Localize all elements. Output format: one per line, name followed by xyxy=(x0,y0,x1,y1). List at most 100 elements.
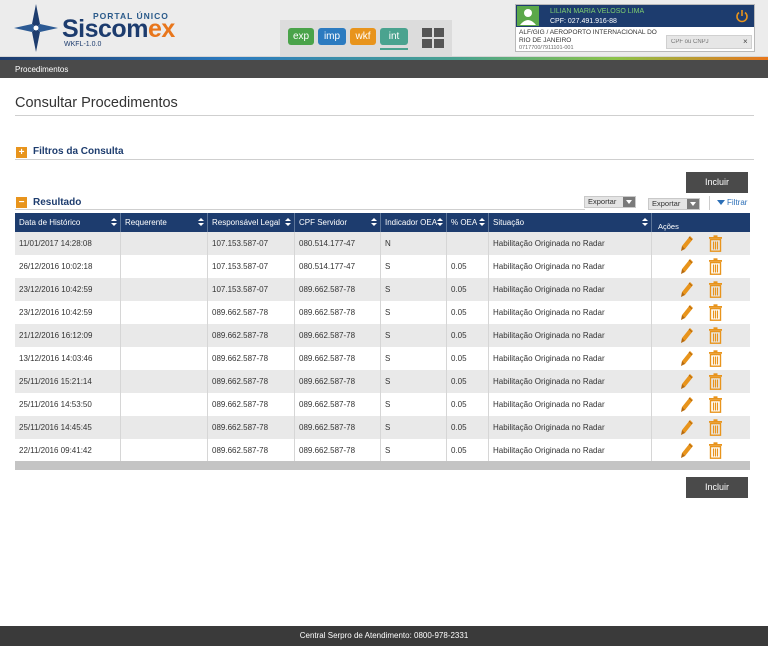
cell-indicador-oea: S xyxy=(381,255,447,278)
module-tab-imp[interactable]: imp xyxy=(318,28,346,45)
export-select-1[interactable]: Exportar xyxy=(584,196,636,208)
user-icon xyxy=(520,9,536,25)
table-row[interactable]: 22/11/2016 09:41:42 089.662.587-78 089.662… xyxy=(15,439,750,462)
brand-name[interactable]: Siscomex xyxy=(62,15,175,44)
filters-section-title[interactable]: Filtros da Consulta xyxy=(33,146,124,157)
cell-requerente xyxy=(121,439,208,462)
cell-acoes xyxy=(652,278,750,301)
cell-cpf-servidor: 089.662.587-78 xyxy=(295,324,381,347)
cell-acoes xyxy=(652,324,750,347)
edit-pencil-icon[interactable] xyxy=(680,304,694,321)
user-organization: ALF/GIG / AEROPORTO INTERNACIONAL DO RIO… xyxy=(519,29,657,44)
delete-trash-icon[interactable] xyxy=(708,281,723,298)
collapse-minus-icon[interactable]: − xyxy=(16,197,27,208)
brand-accent: ex xyxy=(147,15,175,43)
column-header-data-historico[interactable]: Data de Histórico xyxy=(15,213,121,232)
column-header-responsavel-legal[interactable]: Responsável Legal xyxy=(208,213,295,232)
cell-situacao: Habilitação Originada no Radar xyxy=(489,439,652,462)
table-row[interactable]: 13/12/2016 14:03:46 089.662.587-78 089.662… xyxy=(15,347,750,370)
cell-cpf-servidor: 089.662.587-78 xyxy=(295,370,381,393)
table-row[interactable]: 23/12/2016 10:42:59 089.662.587-78 089.662… xyxy=(15,301,750,324)
horizontal-scrollbar[interactable] xyxy=(15,461,750,470)
table-row[interactable]: 26/12/2016 10:02:18 107.153.587-07 080.514… xyxy=(15,255,750,278)
cell-percent-oea: 0.05 xyxy=(447,393,489,416)
cell-data-historico: 25/11/2016 14:45:45 xyxy=(15,416,121,439)
module-tab-exp[interactable]: exp xyxy=(288,28,314,45)
column-header-situacao[interactable]: Situação xyxy=(489,213,652,232)
delete-trash-icon[interactable] xyxy=(708,396,723,413)
delete-trash-icon[interactable] xyxy=(708,327,723,344)
cell-indicador-oea: S xyxy=(381,324,447,347)
delete-trash-icon[interactable] xyxy=(708,235,723,252)
delete-trash-icon[interactable] xyxy=(708,304,723,321)
cell-requerente xyxy=(121,324,208,347)
cell-responsavel-legal: 107.153.587-07 xyxy=(208,232,295,255)
apps-grid-icon[interactable] xyxy=(422,28,444,48)
cell-acoes xyxy=(652,416,750,439)
table-row[interactable]: 25/11/2016 14:45:45 089.662.587-78 089.662… xyxy=(15,416,750,439)
cell-percent-oea: 0.05 xyxy=(447,439,489,462)
cell-situacao: Habilitação Originada no Radar xyxy=(489,347,652,370)
column-header-cpf-servidor[interactable]: CPF Servidor xyxy=(295,213,381,232)
cell-indicador-oea: S xyxy=(381,347,447,370)
active-module-indicator xyxy=(380,48,408,50)
cell-data-historico: 23/12/2016 10:42:59 xyxy=(15,301,121,324)
result-section-title[interactable]: Resultado xyxy=(33,197,81,208)
cell-responsavel-legal: 089.662.587-78 xyxy=(208,370,295,393)
cell-percent-oea: 0.05 xyxy=(447,255,489,278)
filter-link-label: Filtrar xyxy=(727,198,748,207)
column-header-label: CPF Servidor xyxy=(299,218,348,227)
edit-pencil-icon[interactable] xyxy=(680,442,694,459)
filter-link[interactable]: Filtrar xyxy=(717,198,747,207)
edit-pencil-icon[interactable] xyxy=(680,327,694,344)
edit-pencil-icon[interactable] xyxy=(680,235,694,252)
column-header-requerente[interactable]: Requerente xyxy=(121,213,208,232)
module-tab-int[interactable]: int xyxy=(380,28,408,45)
column-header-percent-oea[interactable]: % OEA xyxy=(447,213,489,232)
cell-situacao: Habilitação Originada no Radar xyxy=(489,416,652,439)
cpf-cnpj-input[interactable] xyxy=(666,35,752,49)
cell-acoes xyxy=(652,393,750,416)
incluir-button-bottom[interactable]: Incluir xyxy=(686,477,748,498)
cell-data-historico: 11/01/2017 14:28:08 xyxy=(15,232,121,255)
clear-cpf-icon[interactable]: × xyxy=(743,37,748,47)
cell-situacao: Habilitação Originada no Radar xyxy=(489,301,652,324)
title-divider xyxy=(15,115,754,116)
table-row[interactable]: 25/11/2016 15:21:14 089.662.587-78 089.662… xyxy=(15,370,750,393)
cell-indicador-oea: S xyxy=(381,416,447,439)
edit-pencil-icon[interactable] xyxy=(680,281,694,298)
delete-trash-icon[interactable] xyxy=(708,258,723,275)
cell-situacao: Habilitação Originada no Radar xyxy=(489,324,652,347)
results-table: Data de Histórico Requerente Responsável… xyxy=(15,213,750,462)
delete-trash-icon[interactable] xyxy=(708,350,723,367)
table-row[interactable]: 25/11/2016 14:53:50 089.662.587-78 089.662… xyxy=(15,393,750,416)
delete-trash-icon[interactable] xyxy=(708,373,723,390)
edit-pencil-icon[interactable] xyxy=(680,419,694,436)
edit-pencil-icon[interactable] xyxy=(680,373,694,390)
cell-situacao: Habilitação Originada no Radar xyxy=(489,393,652,416)
incluir-button-top[interactable]: Incluir xyxy=(686,172,748,193)
cell-acoes xyxy=(652,439,750,462)
column-header-indicador-oea[interactable]: Indicador OEA xyxy=(381,213,447,232)
siscomex-compass-logo-icon xyxy=(14,4,58,52)
cell-percent-oea: 0.05 xyxy=(447,416,489,439)
table-row[interactable]: 23/12/2016 10:42:59 107.153.587-07 089.662… xyxy=(15,278,750,301)
edit-pencil-icon[interactable] xyxy=(680,396,694,413)
module-tab-wkf[interactable]: wkf xyxy=(350,28,376,45)
cell-cpf-servidor: 089.662.587-78 xyxy=(295,278,381,301)
power-icon[interactable] xyxy=(735,9,749,23)
cell-indicador-oea: S xyxy=(381,370,447,393)
edit-pencil-icon[interactable] xyxy=(680,258,694,275)
sort-icon xyxy=(642,218,648,227)
delete-trash-icon[interactable] xyxy=(708,419,723,436)
module-switcher: exp imp wkf int xyxy=(280,20,452,56)
export-select-2[interactable]: Exportar xyxy=(648,198,700,210)
delete-trash-icon[interactable] xyxy=(708,442,723,459)
table-row[interactable]: 21/12/2016 16:12:09 089.662.587-78 089.662… xyxy=(15,324,750,347)
table-row[interactable]: 11/01/2017 14:28:08 107.153.587-07 080.514… xyxy=(15,232,750,255)
breadcrumb-item-procedimentos[interactable]: Procedimentos xyxy=(15,65,68,74)
cell-requerente xyxy=(121,301,208,324)
cell-requerente xyxy=(121,370,208,393)
edit-pencil-icon[interactable] xyxy=(680,350,694,367)
expand-plus-icon[interactable]: + xyxy=(16,147,27,158)
